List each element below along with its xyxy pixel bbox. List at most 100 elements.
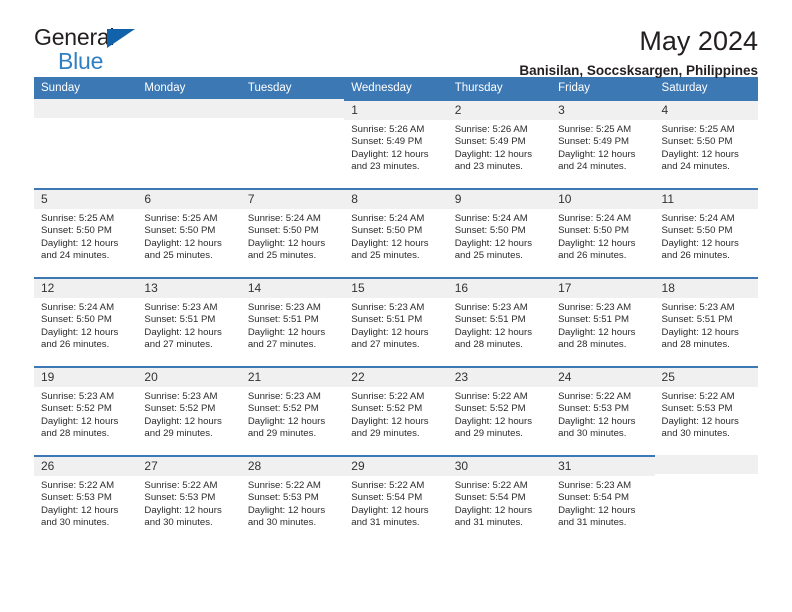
day-daylight-text: Daylight: 12 hours	[661, 148, 739, 160]
calendar-page: General Blue May 2024 Banisilan, Soccsks…	[0, 0, 792, 612]
day-sunrise-text: Sunrise: 5:25 AM	[41, 213, 115, 224]
day-sunrise-text: Sunrise: 5:22 AM	[454, 391, 528, 402]
day-number: 22	[344, 368, 448, 387]
calendar-day[interactable]: 1 Sunrise: 5:26 AM Sunset: 5:49 PM Daylight…	[344, 99, 448, 188]
day-daylight-text: and 26 minutes.	[661, 249, 730, 261]
day-daylight-text: Daylight: 12 hours	[41, 237, 119, 249]
day-daylight-text: and 31 minutes.	[558, 516, 627, 528]
calendar-day[interactable]: 3 Sunrise: 5:25 AM Sunset: 5:49 PM Daylight…	[551, 99, 655, 188]
day-sunset-text: Sunset: 5:53 PM	[558, 403, 630, 415]
calendar-day[interactable]: 9 Sunrise: 5:24 AM Sunset: 5:50 PM Daylight…	[447, 188, 552, 277]
day-number: 7	[240, 190, 345, 209]
calendar-day[interactable]: 20 Sunrise: 5:23 AM Sunset: 5:52 PM Dayligh…	[137, 366, 241, 455]
calendar-day[interactable]: 5 Sunrise: 5:25 AM Sunset: 5:50 PM Daylight…	[34, 188, 138, 277]
calendar-day[interactable]: 22 Sunrise: 5:22 AM Sunset: 5:52 PM Dayligh…	[344, 366, 448, 455]
weekday-header-sunday: Sunday	[34, 77, 138, 99]
day-sunset-text: Sunset: 5:50 PM	[247, 225, 319, 237]
day-daylight-text: Daylight: 12 hours	[454, 148, 533, 160]
day-sunset-text: Sunset: 5:51 PM	[247, 314, 319, 326]
calendar-day[interactable]: 4 Sunrise: 5:25 AM Sunset: 5:50 PM Daylight…	[654, 99, 758, 188]
day-sunset-text: Sunset: 5:50 PM	[661, 136, 733, 148]
calendar-cell: 14 Sunrise: 5:23 AM Sunset: 5:51 PM Dayligh…	[240, 277, 345, 366]
calendar-day[interactable]: 18 Sunrise: 5:23 AM Sunset: 5:51 PM Dayligh…	[654, 277, 758, 366]
calendar-day[interactable]: 11 Sunrise: 5:24 AM Sunset: 5:50 PM Dayligh…	[654, 188, 758, 277]
calendar-day[interactable]: 6 Sunrise: 5:25 AM Sunset: 5:50 PM Daylight…	[137, 188, 241, 277]
calendar-day[interactable]: 8 Sunrise: 5:24 AM Sunset: 5:50 PM Daylight…	[344, 188, 448, 277]
calendar-cell: 15 Sunrise: 5:23 AM Sunset: 5:51 PM Dayligh…	[344, 277, 448, 366]
day-sun-info: Sunrise: 5:23 AM Sunset: 5:51 PM Daylight:…	[551, 298, 654, 351]
calendar-day[interactable]: 29 Sunrise: 5:22 AM Sunset: 5:54 PM Dayligh…	[344, 455, 448, 544]
day-daylight-text: and 25 minutes.	[144, 249, 213, 261]
day-daylight-text: Daylight: 12 hours	[351, 237, 429, 249]
day-sunrise-text: Sunrise: 5:26 AM	[351, 124, 425, 135]
triangle-icon	[107, 29, 135, 48]
day-daylight-text: and 25 minutes.	[351, 249, 420, 261]
day-sunset-text: Sunset: 5:52 PM	[247, 403, 319, 415]
calendar-cell: 26 Sunrise: 5:22 AM Sunset: 5:53 PM Dayligh…	[34, 455, 138, 544]
calendar-cell: 20 Sunrise: 5:23 AM Sunset: 5:52 PM Dayligh…	[137, 366, 241, 455]
day-daylight-text: Daylight: 12 hours	[144, 326, 222, 338]
calendar-day[interactable]: 17 Sunrise: 5:23 AM Sunset: 5:51 PM Dayligh…	[551, 277, 655, 366]
day-sun-info: Sunrise: 5:23 AM Sunset: 5:51 PM Daylight:…	[655, 298, 758, 351]
calendar-day[interactable]: 2 Sunrise: 5:26 AM Sunset: 5:49 PM Daylight…	[447, 99, 552, 188]
day-sunset-text: Sunset: 5:52 PM	[351, 403, 423, 415]
day-daylight-text: and 28 minutes.	[661, 338, 730, 350]
day-daylight-text: and 24 minutes.	[661, 160, 730, 172]
day-sunset-text: Sunset: 5:54 PM	[454, 492, 526, 504]
day-number: 16	[447, 279, 552, 298]
day-sun-info: Sunrise: 5:23 AM Sunset: 5:51 PM Daylight:…	[137, 298, 240, 351]
day-number: 31	[551, 457, 655, 476]
day-daylight-text: Daylight: 12 hours	[454, 504, 533, 516]
day-sunset-text: Sunset: 5:49 PM	[351, 136, 423, 148]
day-number: 13	[137, 279, 241, 298]
day-sun-info: Sunrise: 5:23 AM Sunset: 5:51 PM Daylight:…	[241, 298, 344, 351]
calendar-cell: 5 Sunrise: 5:25 AM Sunset: 5:50 PM Daylight…	[34, 188, 138, 277]
day-sunrise-text: Sunrise: 5:22 AM	[661, 391, 735, 402]
day-sunrise-text: Sunrise: 5:23 AM	[661, 302, 735, 313]
brand-logo[interactable]: General Blue	[34, 26, 154, 78]
day-daylight-text: and 28 minutes.	[41, 427, 110, 439]
day-number: 4	[654, 101, 758, 120]
calendar-day[interactable]: 30 Sunrise: 5:22 AM Sunset: 5:54 PM Dayligh…	[447, 455, 552, 544]
day-daylight-text: and 25 minutes.	[247, 249, 317, 261]
day-sun-info: Sunrise: 5:23 AM Sunset: 5:52 PM Daylight:…	[241, 387, 344, 440]
day-daylight-text: Daylight: 12 hours	[661, 326, 739, 338]
day-sunset-text: Sunset: 5:51 PM	[661, 314, 733, 326]
day-sunrise-text: Sunrise: 5:23 AM	[454, 302, 528, 313]
calendar-day[interactable]: 7 Sunrise: 5:24 AM Sunset: 5:50 PM Daylight…	[240, 188, 345, 277]
day-sunset-text: Sunset: 5:50 PM	[41, 225, 112, 237]
day-sun-info: Sunrise: 5:23 AM Sunset: 5:54 PM Daylight:…	[551, 476, 654, 529]
calendar-cell: 18 Sunrise: 5:23 AM Sunset: 5:51 PM Dayligh…	[654, 277, 758, 366]
calendar-day[interactable]: 27 Sunrise: 5:22 AM Sunset: 5:53 PM Dayligh…	[137, 455, 241, 544]
day-number: 30	[447, 457, 552, 476]
calendar-day[interactable]: 26 Sunrise: 5:22 AM Sunset: 5:53 PM Dayligh…	[34, 455, 138, 544]
day-sun-info: Sunrise: 5:25 AM Sunset: 5:50 PM Daylight:…	[655, 120, 758, 173]
calendar-day[interactable]: 15 Sunrise: 5:23 AM Sunset: 5:51 PM Dayligh…	[344, 277, 448, 366]
calendar-day[interactable]: 21 Sunrise: 5:23 AM Sunset: 5:52 PM Dayligh…	[240, 366, 345, 455]
day-number: 10	[551, 190, 655, 209]
day-daylight-text: and 31 minutes.	[351, 516, 420, 528]
calendar-day[interactable]: 10 Sunrise: 5:24 AM Sunset: 5:50 PM Dayligh…	[551, 188, 655, 277]
day-sun-info: Sunrise: 5:24 AM Sunset: 5:50 PM Daylight:…	[655, 209, 758, 262]
day-daylight-text: and 25 minutes.	[454, 249, 523, 261]
calendar-week-row: 26 Sunrise: 5:22 AM Sunset: 5:53 PM Dayligh…	[34, 455, 758, 544]
calendar-day[interactable]: 28 Sunrise: 5:22 AM Sunset: 5:53 PM Dayligh…	[240, 455, 345, 544]
calendar-day[interactable]: 25 Sunrise: 5:22 AM Sunset: 5:53 PM Dayligh…	[654, 366, 758, 455]
calendar-cell: 25 Sunrise: 5:22 AM Sunset: 5:53 PM Dayligh…	[654, 366, 758, 455]
day-daylight-text: Daylight: 12 hours	[661, 237, 739, 249]
calendar-day[interactable]: 31 Sunrise: 5:23 AM Sunset: 5:54 PM Dayligh…	[551, 455, 655, 544]
calendar-day[interactable]: 23 Sunrise: 5:22 AM Sunset: 5:52 PM Dayligh…	[447, 366, 552, 455]
day-sunset-text: Sunset: 5:52 PM	[144, 403, 216, 415]
calendar-day[interactable]: 16 Sunrise: 5:23 AM Sunset: 5:51 PM Dayligh…	[447, 277, 552, 366]
day-sunrise-text: Sunrise: 5:22 AM	[41, 480, 115, 491]
calendar-day[interactable]: 12 Sunrise: 5:24 AM Sunset: 5:50 PM Dayligh…	[34, 277, 138, 366]
day-daylight-text: and 30 minutes.	[144, 516, 213, 528]
day-daylight-text: Daylight: 12 hours	[454, 415, 533, 427]
calendar-day[interactable]: 14 Sunrise: 5:23 AM Sunset: 5:51 PM Dayligh…	[240, 277, 345, 366]
calendar-day[interactable]: 19 Sunrise: 5:23 AM Sunset: 5:52 PM Dayligh…	[34, 366, 138, 455]
calendar-day[interactable]: 24 Sunrise: 5:22 AM Sunset: 5:53 PM Dayligh…	[551, 366, 655, 455]
day-sunrise-text: Sunrise: 5:24 AM	[247, 213, 321, 224]
calendar-day[interactable]: 13 Sunrise: 5:23 AM Sunset: 5:51 PM Dayligh…	[137, 277, 241, 366]
day-daylight-text: Daylight: 12 hours	[144, 504, 222, 516]
calendar-cell: 17 Sunrise: 5:23 AM Sunset: 5:51 PM Dayligh…	[551, 277, 655, 366]
